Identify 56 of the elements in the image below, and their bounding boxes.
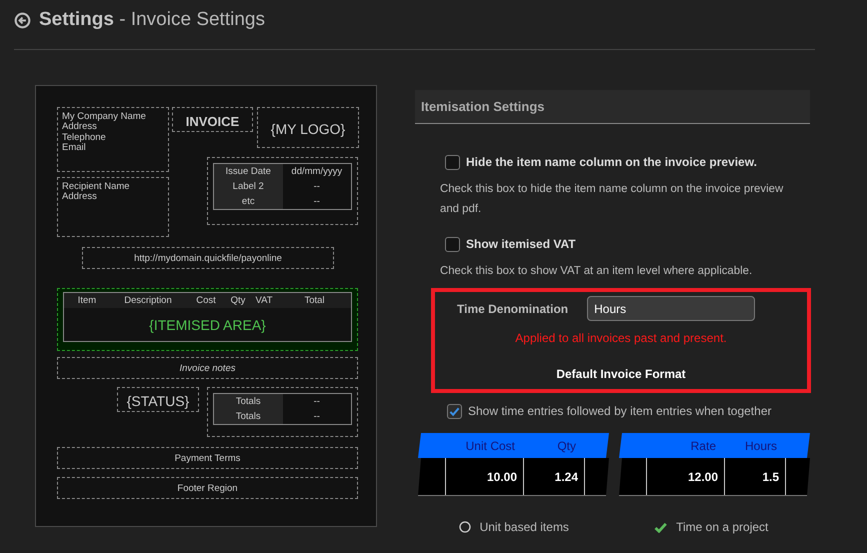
table-header: Hours (744, 438, 778, 454)
total-value: -- (282, 394, 351, 408)
option-label: Unit based items (480, 519, 569, 536)
footer-region: Footer Region (57, 476, 358, 498)
detail-label: etc (214, 194, 282, 208)
payment-terms: Payment Terms (57, 446, 358, 468)
status-field: {STATUS} (117, 386, 199, 412)
option-description: Check this box to hide the item name column on the invoice preview and pdf. (440, 182, 784, 217)
total-label: Totals (214, 394, 282, 408)
section-heading: Itemisation Settings (415, 90, 810, 124)
invoice-notes: Invoice notes (57, 356, 358, 378)
column-header: Total (303, 294, 326, 308)
table-header: Unit Cost (464, 438, 516, 454)
table-header: Rate (690, 438, 717, 454)
option-description: Check this box to show VAT at an item level where applicable. (440, 264, 754, 279)
recipient-line: Recipient Name (62, 182, 131, 192)
table-cell: 1.5 (724, 458, 785, 495)
table-cell: 10.00 (445, 458, 523, 495)
option-label: Show time entries followed by item entries when together (468, 403, 772, 420)
option-label: Show itemised VAT (466, 236, 576, 253)
company-line: Telephone (62, 132, 107, 143)
detail-value: -- (282, 178, 351, 194)
time-denomination-field[interactable]: Hours (587, 296, 756, 321)
page-title: Settings - Invoice Settings (39, 8, 265, 32)
company-line: Email (62, 143, 87, 154)
option-label: Time on a project (676, 519, 768, 536)
total-label: Totals (214, 408, 282, 424)
logo-field: {MY LOGO} (257, 106, 359, 148)
table-header: Qty (556, 438, 577, 454)
check-icon[interactable] (654, 522, 668, 532)
table-cell: 1.24 (523, 458, 584, 495)
column-header: VAT (254, 294, 274, 308)
detail-value: dd/mm/yyyy (282, 164, 351, 178)
checkbox[interactable] (445, 236, 460, 252)
detail-label: Issue Date (214, 164, 282, 178)
column-header: Cost (195, 294, 217, 308)
field-label: Time Denomination (457, 300, 568, 318)
option-label: Hide the item name column on the invoice preview. (466, 154, 757, 171)
detail-label: Label 2 (214, 178, 282, 194)
warning-text: Applied to all invoices past and present. (514, 330, 728, 347)
column-header: Item (76, 294, 98, 308)
column-header: Qty (230, 294, 246, 308)
invoice-heading: INVOICE (172, 106, 253, 132)
recipient-line: Address (62, 192, 98, 202)
column-header: Description (123, 294, 173, 308)
checkbox[interactable] (447, 404, 462, 418)
detail-value: -- (282, 194, 351, 208)
company-line: Address (62, 122, 98, 132)
table-cell: 12.00 (646, 458, 724, 495)
back-icon[interactable] (14, 12, 31, 29)
subheading: Default Invoice Format (555, 366, 687, 383)
itemised-area-field: {ITEMISED AREA} (64, 308, 351, 342)
radio-button[interactable] (458, 521, 471, 533)
company-line: My Company Name (62, 112, 147, 122)
total-value: -- (282, 408, 351, 424)
checkbox[interactable] (445, 154, 460, 170)
